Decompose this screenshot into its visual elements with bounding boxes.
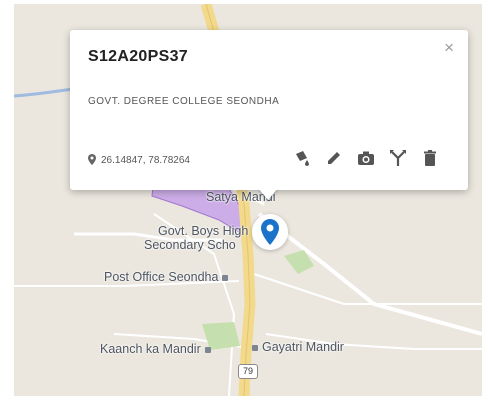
label-post-office: Post Office Seondha (104, 270, 229, 284)
label-boys-school-line1: Govt. Boys High (158, 224, 249, 238)
gayatri-mandir-icon (252, 344, 258, 351)
popup-actions (292, 148, 440, 168)
directions-icon[interactable] (388, 148, 408, 168)
label-boys-school-line2: Secondary Scho (144, 238, 236, 252)
close-button[interactable]: × (444, 38, 454, 58)
highway-shield: 79 (238, 364, 258, 379)
map-pin-icon (261, 219, 279, 245)
popup-coordinates: 26.14847, 78.78264 (88, 154, 190, 166)
popup-title: S12A20PS37 (88, 48, 188, 65)
popup-pointer (258, 188, 278, 200)
kaanch-mandir-icon (204, 346, 211, 353)
label-gayatri-mandir: Gayatri Mandir (252, 340, 344, 354)
delete-icon[interactable] (420, 148, 440, 168)
location-marker[interactable] (252, 214, 288, 250)
edit-icon[interactable] (324, 148, 344, 168)
popup-description: GOVT. DEGREE COLLEGE SEONDHA (88, 96, 280, 107)
post-office-icon (222, 274, 229, 281)
label-kaanch-mandir: Kaanch ka Mandir (100, 342, 211, 356)
label-gayatri-mandir-text: Gayatri Mandir (262, 340, 344, 354)
info-popup: S12A20PS37 × GOVT. DEGREE COLLEGE SEONDH… (70, 30, 468, 190)
location-pin-icon (88, 154, 96, 165)
camera-icon[interactable] (356, 148, 376, 168)
style-icon[interactable] (292, 148, 312, 168)
label-kaanch-mandir-text: Kaanch ka Mandir (100, 342, 201, 356)
coordinates-text: 26.14847, 78.78264 (101, 155, 190, 166)
label-post-office-text: Post Office Seondha (104, 270, 219, 284)
